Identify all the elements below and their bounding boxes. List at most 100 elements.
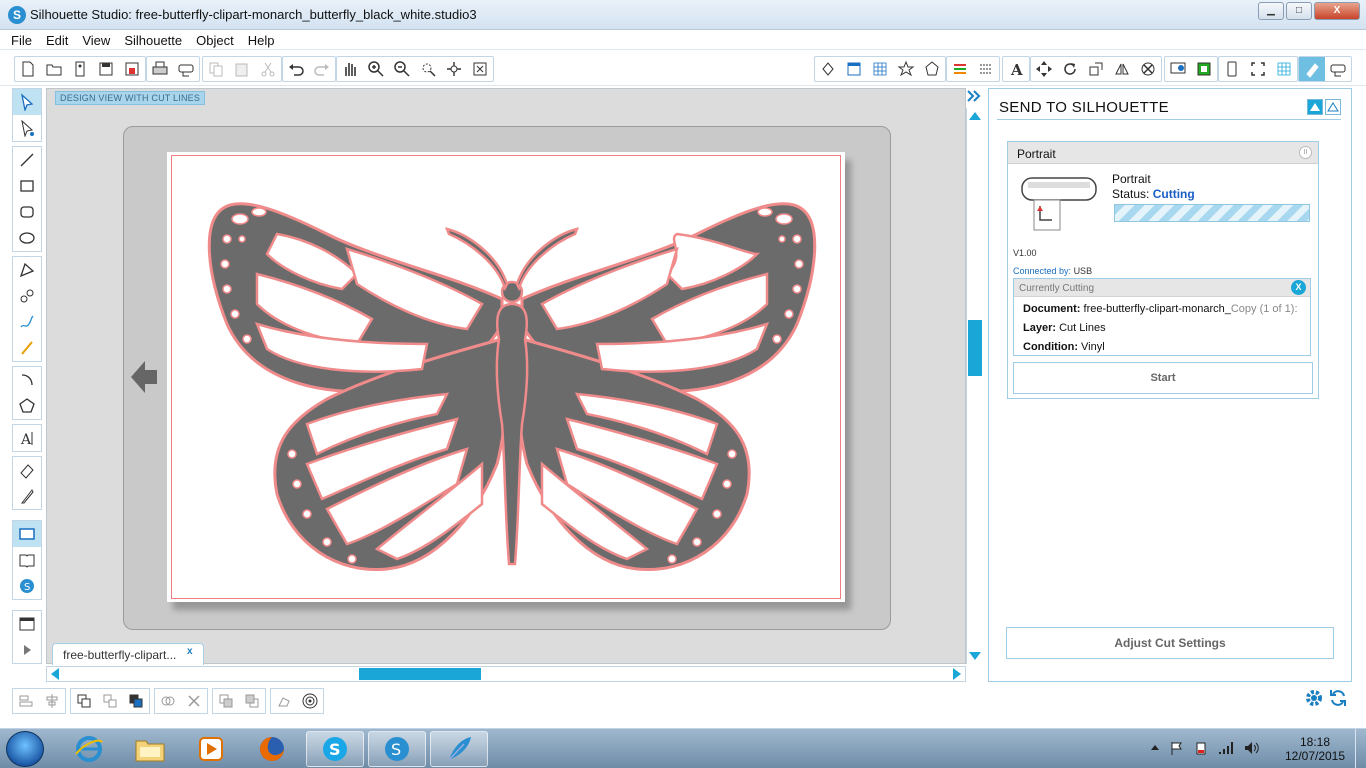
menu-object[interactable]: Object [189, 30, 241, 49]
save-to-library-icon[interactable] [119, 57, 145, 81]
edit-points-icon[interactable] [13, 115, 41, 141]
pan-hand-icon[interactable] [337, 57, 363, 81]
expand-arrow-icon[interactable] [13, 637, 41, 663]
design-page-icon[interactable] [13, 521, 41, 547]
compound-path-icon[interactable] [123, 689, 149, 713]
double-chevron-right-icon[interactable] [966, 88, 982, 104]
send-backward-icon[interactable] [239, 689, 265, 713]
windows-start-icon[interactable] [6, 731, 44, 767]
maximize-button[interactable]: □ [1286, 2, 1312, 20]
drag-zoom-icon[interactable] [441, 57, 467, 81]
line-style-icon[interactable] [973, 57, 999, 81]
menu-silhouette[interactable]: Silhouette [117, 30, 189, 49]
document-tab-close-button[interactable]: x [187, 646, 193, 657]
library-view-icon[interactable] [1191, 57, 1217, 81]
cut-scissors-icon[interactable] [255, 57, 281, 81]
internet-explorer-icon[interactable] [60, 731, 118, 767]
delete-icon[interactable] [181, 689, 207, 713]
window-panel-icon[interactable] [13, 611, 41, 637]
design-canvas[interactable]: DESIGN VIEW WITH CUT LINES [46, 88, 966, 664]
tray-expand-icon[interactable] [1150, 741, 1160, 755]
library-book-icon[interactable] [13, 547, 41, 573]
crop-icon[interactable] [1245, 57, 1271, 81]
text-tool-icon[interactable]: A [13, 425, 41, 451]
flag-icon[interactable] [1170, 741, 1184, 755]
horizontal-scroll-thumb[interactable] [359, 668, 481, 680]
zoom-selection-icon[interactable] [415, 57, 441, 81]
cut-settings-icon[interactable] [1299, 57, 1325, 81]
library-icon[interactable] [67, 57, 93, 81]
save-icon[interactable] [93, 57, 119, 81]
menu-view[interactable]: View [75, 30, 117, 49]
design-view-icon[interactable] [1219, 57, 1245, 81]
sync-icon[interactable] [1328, 688, 1348, 708]
scale-icon[interactable] [1083, 57, 1109, 81]
print-icon[interactable] [147, 57, 173, 81]
align-icon[interactable] [13, 689, 39, 713]
media-player-icon[interactable] [182, 731, 240, 767]
skype-icon[interactable]: S [306, 731, 364, 767]
scroll-left-icon[interactable] [49, 668, 61, 680]
knife-tool-icon[interactable] [13, 483, 41, 509]
send-to-cutter-icon[interactable] [173, 57, 199, 81]
adjust-cut-settings-button[interactable]: Adjust Cut Settings [1006, 627, 1334, 659]
select-arrow-icon[interactable] [13, 89, 41, 115]
menu-edit[interactable]: Edit [39, 30, 75, 49]
copy-icon[interactable] [203, 57, 229, 81]
trace-icon[interactable] [919, 57, 945, 81]
feather-app-icon[interactable] [430, 731, 488, 767]
start-button[interactable]: Start [1013, 362, 1313, 394]
paste-icon[interactable] [229, 57, 255, 81]
menu-file[interactable]: File [0, 30, 39, 49]
panel-tab-1[interactable] [1307, 99, 1323, 115]
zoom-out-icon[interactable] [389, 57, 415, 81]
signal-icon[interactable] [1218, 741, 1234, 755]
volume-icon[interactable] [1244, 741, 1260, 755]
menu-help[interactable]: Help [241, 30, 282, 49]
rectangle-tool-icon[interactable] [13, 173, 41, 199]
open-folder-icon[interactable] [41, 57, 67, 81]
ungroup-icon[interactable] [97, 689, 123, 713]
cancel-cut-button[interactable]: X [1291, 280, 1306, 295]
offset-icon[interactable] [271, 689, 297, 713]
rounded-rectangle-tool-icon[interactable] [13, 199, 41, 225]
clock[interactable]: 18:18 12/07/2015 [1280, 735, 1350, 763]
smooth-freehand-tool-icon[interactable] [13, 335, 41, 361]
eraser-tool-icon[interactable] [13, 457, 41, 483]
butterfly-design[interactable] [197, 164, 827, 584]
line-color-icon[interactable] [947, 57, 973, 81]
file-explorer-icon[interactable] [121, 731, 179, 767]
ellipse-tool-icon[interactable] [13, 225, 41, 251]
target-icon[interactable] [297, 689, 323, 713]
zoom-in-icon[interactable] [363, 57, 389, 81]
vertical-scroll-thumb[interactable] [968, 320, 982, 376]
center-align-icon[interactable] [39, 689, 65, 713]
vertical-scrollbar[interactable] [966, 108, 982, 664]
curve-tool-icon[interactable] [13, 283, 41, 309]
store-icon[interactable] [1165, 57, 1191, 81]
mirror-icon[interactable] [1109, 57, 1135, 81]
text-style-icon[interactable]: A [1003, 57, 1029, 81]
left-arrow-icon[interactable] [129, 359, 159, 395]
weld-icon[interactable] [155, 689, 181, 713]
rotate-icon[interactable] [1057, 57, 1083, 81]
send-to-silhouette-icon[interactable] [1325, 57, 1351, 81]
horizontal-scrollbar[interactable] [46, 666, 966, 682]
polygon-tool-icon[interactable] [13, 257, 41, 283]
bring-forward-icon[interactable] [213, 689, 239, 713]
line-tool-icon[interactable] [13, 147, 41, 173]
arc-tool-icon[interactable] [13, 367, 41, 393]
firefox-icon[interactable] [243, 731, 301, 767]
scroll-right-icon[interactable] [951, 668, 963, 680]
undo-icon[interactable] [283, 57, 309, 81]
show-desktop-button[interactable] [1355, 729, 1366, 768]
freehand-tool-icon[interactable] [13, 309, 41, 335]
scroll-up-icon[interactable] [968, 110, 982, 122]
silhouette-studio-taskbar-icon[interactable]: S [368, 731, 426, 767]
fit-to-page-icon[interactable] [467, 57, 493, 81]
replicate-icon[interactable] [1135, 57, 1161, 81]
grid-settings-icon[interactable] [867, 57, 893, 81]
battery-icon[interactable] [1194, 741, 1208, 755]
gear-icon[interactable] [1304, 688, 1324, 708]
move-icon[interactable] [1031, 57, 1057, 81]
